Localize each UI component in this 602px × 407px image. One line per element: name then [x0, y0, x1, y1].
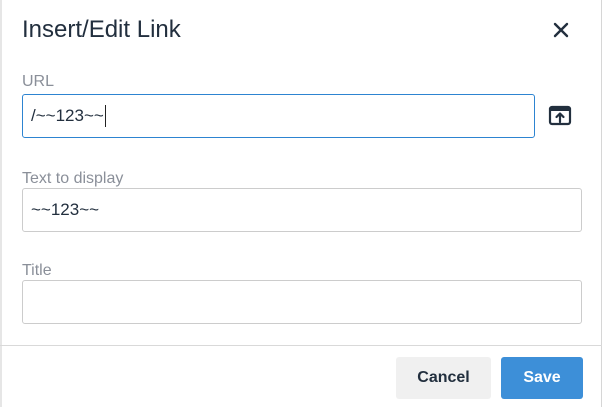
text-to-display-value: ~~123~~	[31, 200, 100, 219]
browse-links-button[interactable]	[544, 100, 576, 132]
url-input[interactable]: /~~123~~	[22, 94, 535, 138]
footer-divider	[0, 345, 602, 346]
text-to-display-input[interactable]: ~~123~~	[22, 188, 582, 232]
text-caret	[104, 105, 106, 127]
url-label: URL	[22, 73, 55, 90]
url-value: /~~123~~	[31, 106, 104, 125]
close-icon	[553, 22, 569, 38]
insert-edit-link-dialog: Insert/Edit Link URL /~~123~~ Text to di…	[0, 0, 602, 407]
title-input[interactable]	[22, 280, 582, 324]
browse-link-icon	[548, 105, 572, 126]
cancel-button[interactable]: Cancel	[396, 357, 491, 399]
save-button[interactable]: Save	[501, 357, 583, 399]
title-label: Title	[22, 262, 52, 279]
dialog-title: Insert/Edit Link	[22, 16, 181, 43]
close-button[interactable]	[545, 14, 577, 46]
text-to-display-label: Text to display	[22, 170, 124, 187]
